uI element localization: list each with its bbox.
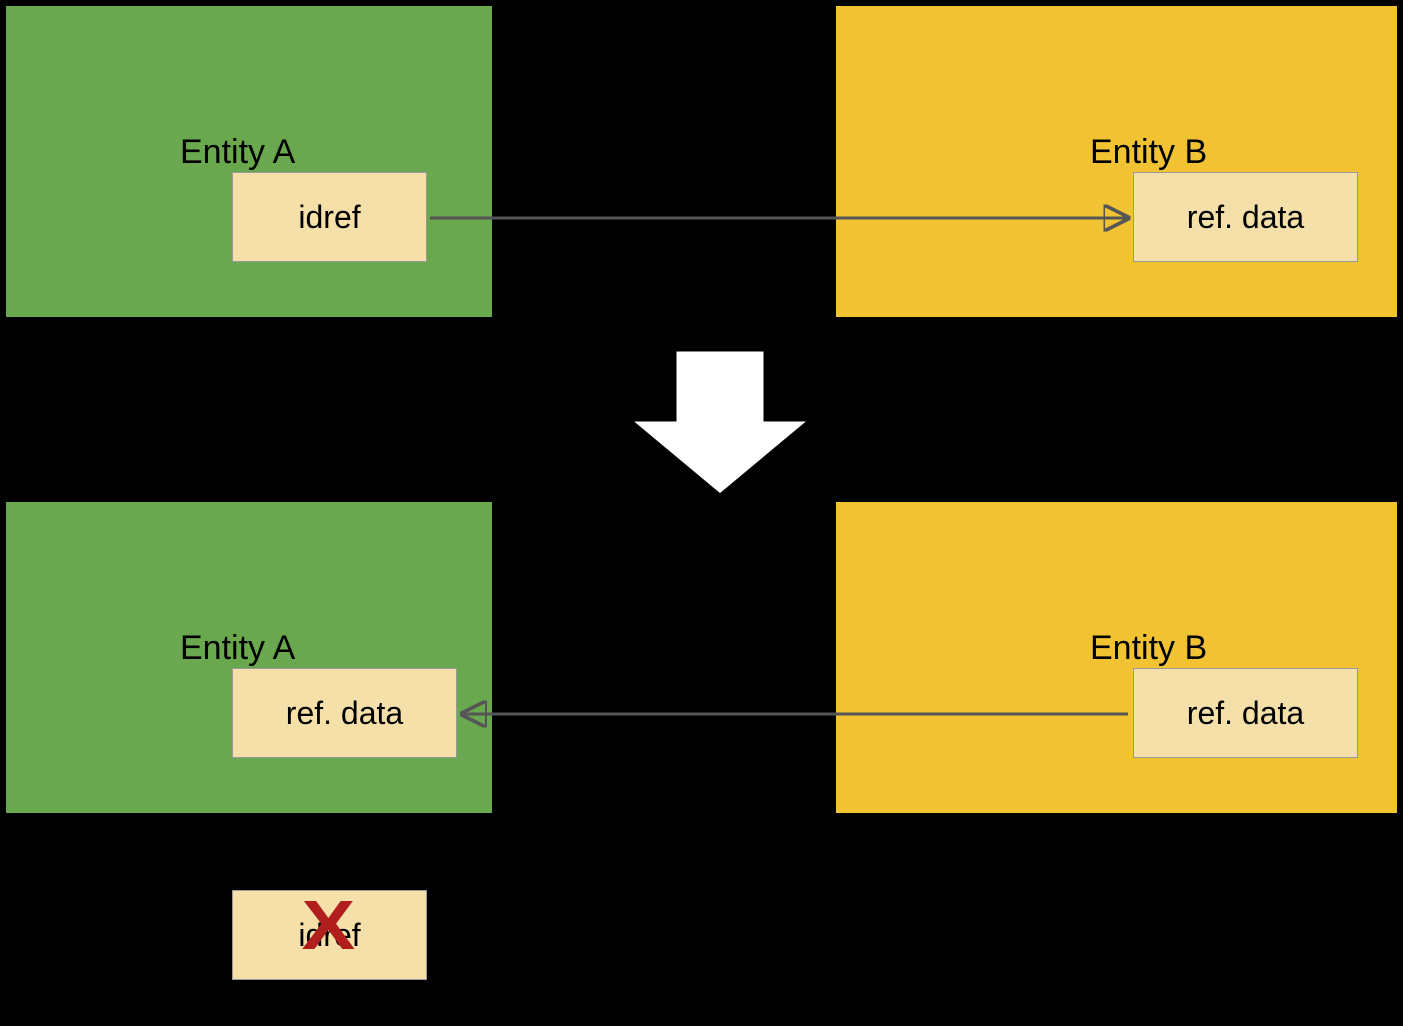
entity-b-bottom-tag-text: ref. data (1187, 695, 1304, 732)
entity-a-bottom-tag: ref. data (232, 668, 457, 758)
entity-b-top-tag-text: ref. data (1187, 199, 1304, 236)
entity-a-bottom-tag-text: ref. data (286, 695, 403, 732)
transition-arrow-icon (630, 350, 810, 495)
entity-b-top-tag: ref. data (1133, 172, 1358, 262)
entity-b-bottom-title: Entity B (1090, 629, 1207, 668)
x-mark-icon: X (301, 885, 355, 965)
entity-b-top-title: Entity B (1090, 133, 1207, 172)
entity-a-bottom-title: Entity A (180, 629, 295, 668)
entity-b-bottom-tag: ref. data (1133, 668, 1358, 758)
entity-a-top-title: Entity A (180, 133, 295, 172)
entity-a-top-tag: idref (232, 172, 427, 262)
entity-a-top-tag-text: idref (298, 199, 360, 236)
